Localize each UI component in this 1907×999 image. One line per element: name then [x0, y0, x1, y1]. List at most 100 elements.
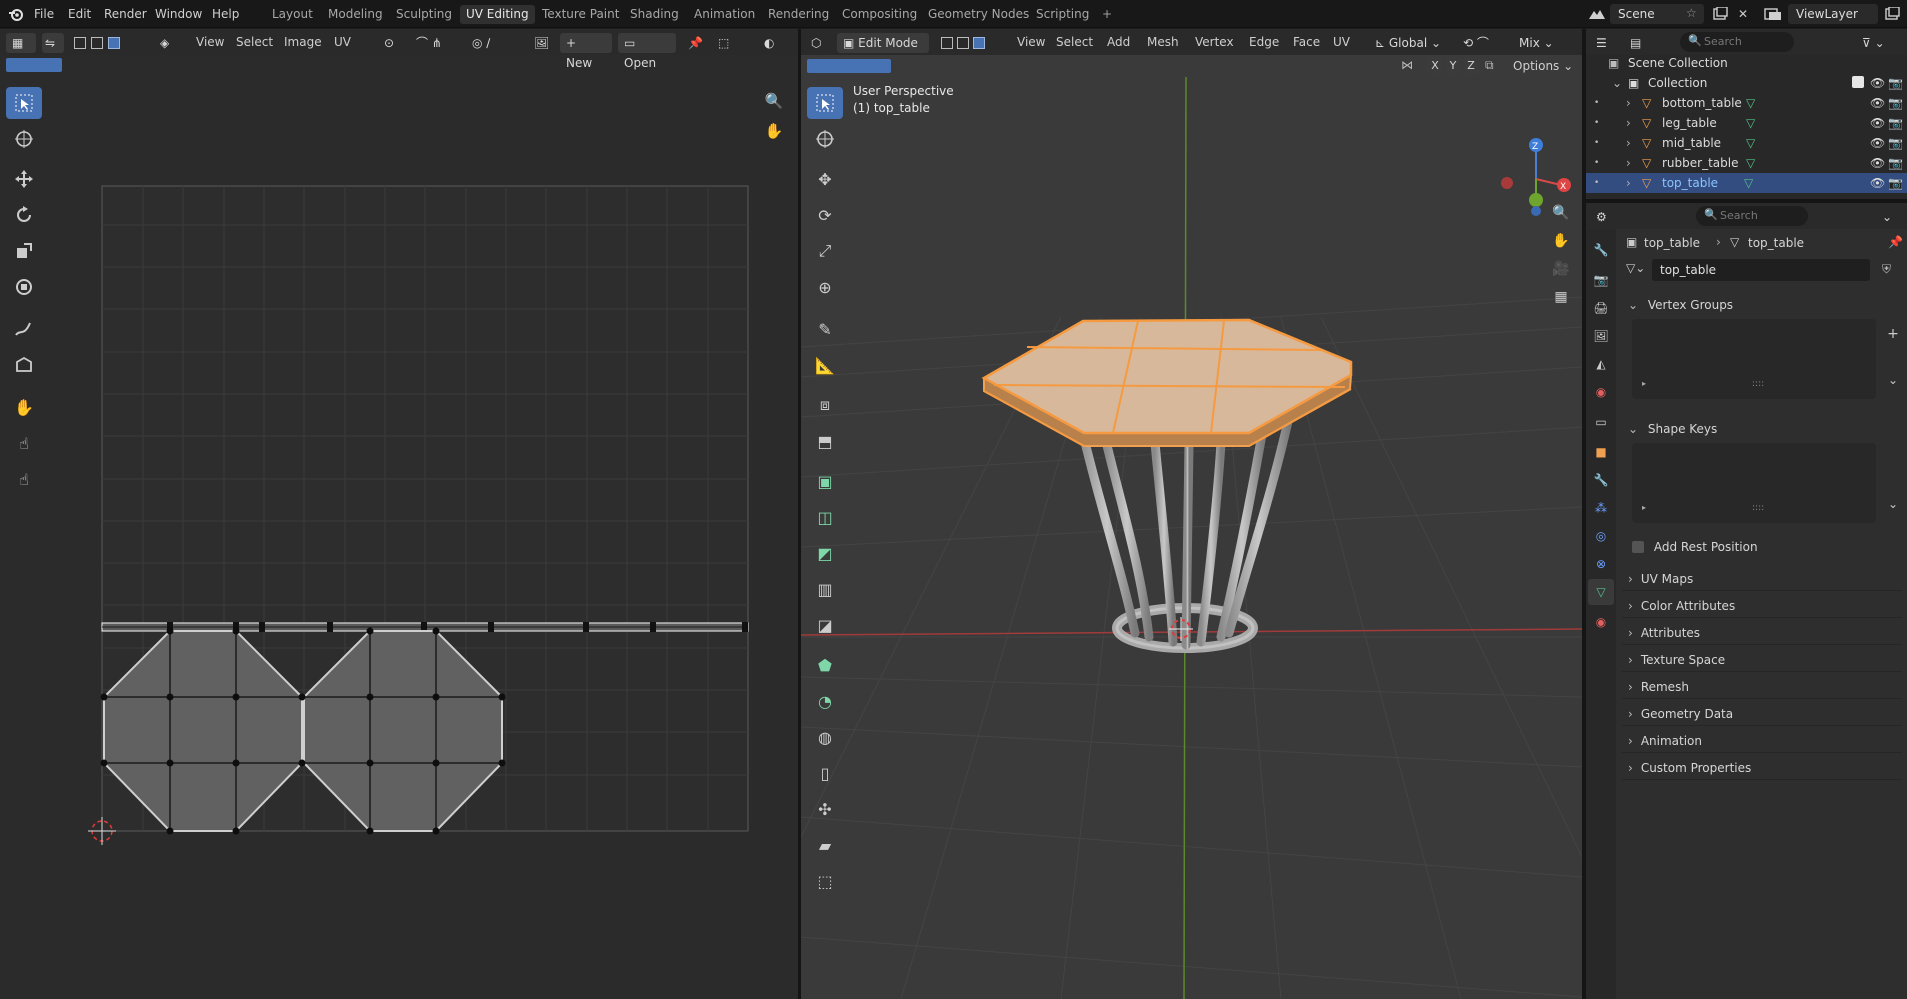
chevron-right-icon[interactable]: ›: [1626, 153, 1631, 173]
section-color-attributes[interactable]: › Color Attributes: [1622, 594, 1902, 618]
pivot-icon[interactable]: ⊙: [378, 33, 406, 53]
chevron-right-icon[interactable]: ›: [1626, 113, 1631, 133]
scene-icon[interactable]: [1586, 6, 1608, 22]
viewport-rotate-tool-icon[interactable]: ⟳: [807, 199, 843, 231]
axis-y-toggle[interactable]: Y: [1445, 57, 1461, 75]
viewport-move-tool-icon[interactable]: ✥: [807, 163, 843, 195]
mesh-data-icon[interactable]: ▽: [1746, 113, 1755, 133]
bevel-tool-icon[interactable]: ◩: [807, 537, 843, 569]
properties-options-icon[interactable]: ⌄: [1876, 207, 1900, 227]
menu-edit[interactable]: Edit: [62, 5, 97, 23]
properties-search-input[interactable]: 🔍 Search: [1696, 206, 1808, 226]
filter-icon[interactable]: ⊽ ⌄: [1856, 33, 1902, 53]
sync-selection-icon[interactable]: ⇋: [42, 33, 64, 53]
render-tab-icon[interactable]: 📷: [1592, 271, 1610, 289]
vertex-group-menu-icon[interactable]: ⌄: [1884, 371, 1902, 389]
render-camera-icon[interactable]: 📷: [1888, 153, 1903, 173]
relax-tool-icon[interactable]: ☝: [6, 427, 42, 459]
zoom-icon[interactable]: 🔍: [762, 89, 786, 113]
shape-key-menu-icon[interactable]: ⌄: [1884, 495, 1902, 513]
modifier-tab-icon[interactable]: 🔧: [1592, 471, 1610, 489]
material-tab-icon[interactable]: ◉: [1592, 613, 1610, 631]
ortho-toggle-icon[interactable]: ▦: [1549, 285, 1573, 309]
open-image-button[interactable]: ▭ Open: [618, 33, 676, 70]
select-box-tool-icon[interactable]: [6, 87, 42, 119]
outliner-scene-collection[interactable]: ▣ Scene Collection: [1586, 53, 1907, 73]
cursor-tool-icon[interactable]: [6, 123, 42, 155]
gizmo-toggle-icon[interactable]: ⬚: [712, 33, 752, 53]
proportional-edit-icon[interactable]: ◎ ∕: [466, 33, 506, 53]
editor-type-icon[interactable]: ▦: [6, 33, 36, 53]
tab-texture-paint[interactable]: Texture Paint: [536, 5, 625, 24]
mesh-data-icon[interactable]: ▽: [1746, 133, 1755, 153]
viewport-menu-mesh[interactable]: Mesh: [1141, 33, 1185, 51]
mesh-browse-icon[interactable]: ▽⌄: [1626, 261, 1645, 275]
display-mode-icon[interactable]: ▤: [1624, 33, 1654, 53]
viewport-zoom-icon[interactable]: 🔍: [1549, 201, 1573, 225]
blender-logo-icon[interactable]: [8, 6, 24, 22]
tab-layout[interactable]: Layout: [266, 5, 319, 24]
physics-tab-icon[interactable]: ◎: [1592, 527, 1610, 545]
tab-scripting[interactable]: Scripting: [1030, 5, 1095, 24]
pan-icon[interactable]: ✋: [762, 119, 786, 143]
selection-mode-icons[interactable]: [6, 58, 62, 72]
section-attributes[interactable]: › Attributes: [1622, 621, 1902, 645]
pinch-tool-icon[interactable]: ☝: [6, 463, 42, 495]
viewport-scale-tool-icon[interactable]: ⤢: [807, 235, 843, 267]
render-camera-icon[interactable]: 📷: [1888, 113, 1903, 133]
viewport-menu-select[interactable]: Select: [1050, 33, 1099, 51]
uv-canvas[interactable]: [0, 75, 798, 999]
outliner-search-input[interactable]: 🔍 Search: [1680, 32, 1794, 52]
axis-z-toggle[interactable]: Z: [1463, 57, 1479, 75]
annotate-tool-icon[interactable]: [6, 313, 42, 345]
outliner-editor-type-icon[interactable]: ☰: [1590, 33, 1620, 53]
menu-render[interactable]: Render: [98, 5, 153, 23]
mesh-data-icon[interactable]: ▽: [1746, 93, 1755, 113]
viewlayer-field[interactable]: ViewLayer: [1788, 4, 1878, 24]
image-browse-icon[interactable]: 🖼: [528, 33, 556, 53]
section-custom-properties[interactable]: › Custom Properties: [1622, 756, 1902, 780]
uv-menu-select[interactable]: Select: [230, 33, 279, 51]
scene-tab-icon[interactable]: ◭: [1592, 355, 1610, 373]
mesh-data-tab-icon[interactable]: ▽: [1588, 579, 1614, 605]
outliner-collection[interactable]: ⌄ ▣ Collection 👁 📷: [1586, 73, 1907, 93]
snap-icon[interactable]: ⌒ ⋔: [410, 33, 460, 53]
mesh-data-icon[interactable]: ▽: [1744, 173, 1753, 193]
outliner-item-top-table[interactable]: • › ▽ top_table ▽ 👁 📷: [1586, 173, 1907, 193]
resize-grip-icon[interactable]: ::::: [1752, 503, 1764, 513]
mesh-select-mode-group[interactable]: [935, 33, 999, 53]
pivot-snap-group[interactable]: ⟲ ⌒: [1457, 33, 1511, 53]
viewport-selection-mode-icons[interactable]: [807, 59, 891, 73]
visibility-eye-icon[interactable]: 👁: [1870, 153, 1885, 173]
mode-dropdown[interactable]: ▣ Edit Mode: [837, 33, 929, 53]
visibility-eye-icon[interactable]: 👁: [1870, 113, 1885, 133]
add-vertex-group-icon[interactable]: +: [1884, 325, 1902, 343]
menu-help[interactable]: Help: [206, 5, 245, 23]
mirror-icon[interactable]: ⋈: [1401, 58, 1417, 74]
viewport-cursor-tool-icon[interactable]: [807, 123, 843, 155]
shrink-fatten-tool-icon[interactable]: ✣: [807, 793, 843, 825]
uv-menu-uv[interactable]: UV: [328, 33, 357, 51]
viewport-menu-edge[interactable]: Edge: [1243, 33, 1285, 51]
scale-tool-icon[interactable]: [6, 235, 42, 267]
menu-file[interactable]: File: [28, 5, 60, 23]
tab-animation[interactable]: Animation: [688, 5, 761, 24]
collection-tab-icon[interactable]: ▭: [1592, 413, 1610, 431]
collection-checkbox[interactable]: [1852, 76, 1864, 88]
world-tab-icon[interactable]: ◉: [1592, 383, 1610, 401]
menu-window[interactable]: Window: [149, 5, 208, 23]
uv-editor-area[interactable]: ▦ ⇋ ◈ View Select Image UV ⊙ ⌒ ⋔ ◎ ∕ 🖼 +…: [0, 29, 798, 999]
viewport-pan-icon[interactable]: ✋: [1549, 229, 1573, 253]
new-viewlayer-icon[interactable]: [1882, 5, 1902, 23]
inset-tool-icon[interactable]: ◫: [807, 501, 843, 533]
knife-tool-icon[interactable]: ◪: [807, 609, 843, 641]
orientation-dropdown[interactable]: ⊾ Global ⌄: [1369, 33, 1453, 53]
tab-sculpting[interactable]: Sculpting: [390, 5, 458, 24]
add-cube-tool-icon[interactable]: ⧈: [807, 389, 843, 421]
visibility-eye-icon[interactable]: 👁: [1870, 133, 1885, 153]
uv-select-mode-group[interactable]: [68, 33, 148, 53]
transform-tool-icon[interactable]: [6, 271, 42, 303]
rip-tool-icon[interactable]: [6, 349, 42, 381]
new-scene-icon[interactable]: [1710, 5, 1730, 23]
visibility-eye-icon[interactable]: 👁: [1870, 173, 1885, 193]
